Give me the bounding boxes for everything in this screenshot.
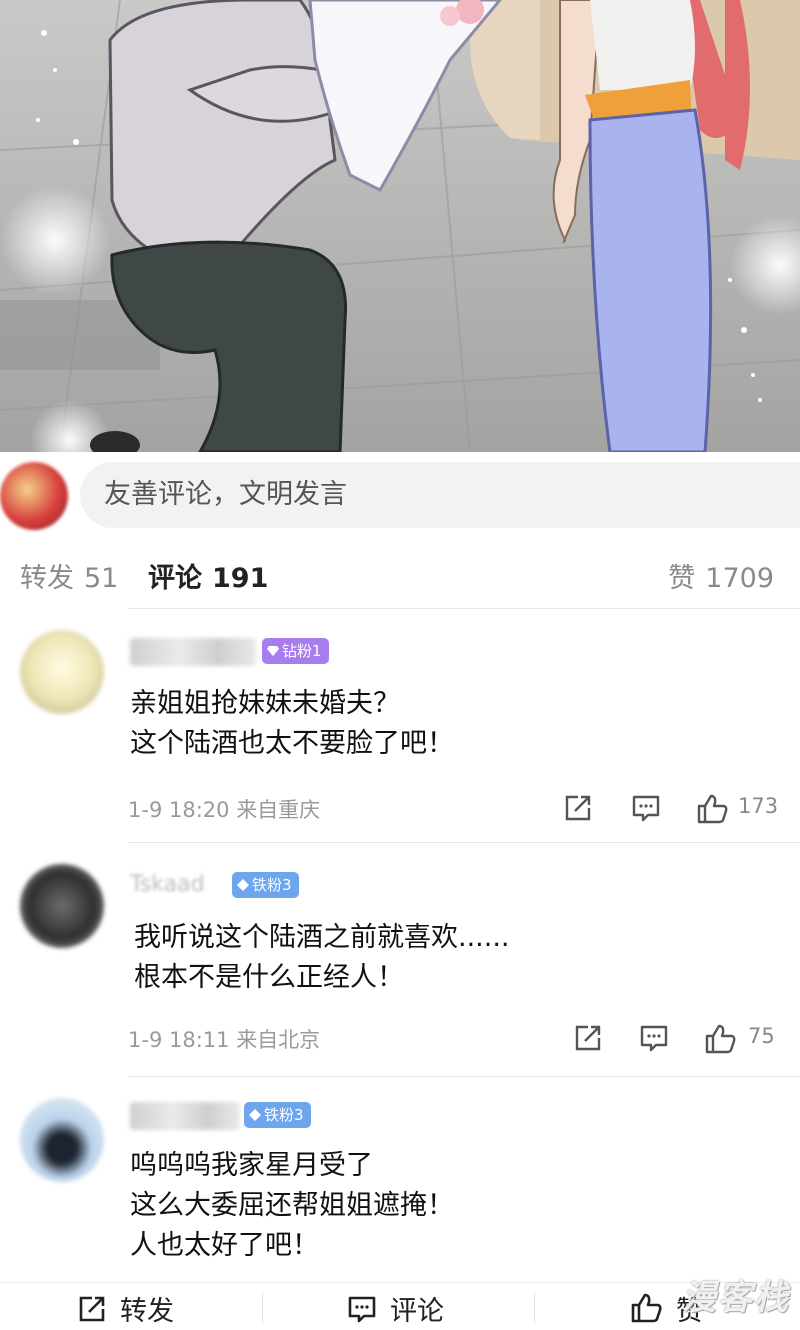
- bottom-repost-button[interactable]: 转发: [76, 1289, 174, 1327]
- share-button[interactable]: [562, 792, 594, 826]
- fan-badge-label: 铁粉3: [264, 1106, 304, 1124]
- comment-actions: 173: [562, 792, 792, 826]
- comment-line: 亲姐姐抢妹妹未婚夫？: [130, 688, 400, 719]
- tab-comments-label: 评论: [148, 563, 202, 594]
- commenter-name[interactable]: Tskaad: [130, 872, 226, 900]
- comment-text: 我听说这个陆酒之前就喜欢...... 根本不是什么正经人！: [134, 918, 510, 998]
- like-button[interactable]: [696, 792, 730, 826]
- comment-item: 铁粉3 呜呜呜我家星月受了 这么大委屈还帮姐姐遮掩！ 人也太好了吧！: [0, 1080, 800, 1280]
- diamond-icon: [237, 879, 249, 891]
- bottom-action-bar: 转发 评论 赞: [0, 1282, 800, 1330]
- current-user-avatar[interactable]: [0, 462, 68, 530]
- comment-meta: 1-9 18:20 来自重庆: [128, 794, 320, 824]
- like-button[interactable]: [704, 1022, 738, 1056]
- tab-reposts-label: 转发: [20, 563, 74, 594]
- like-count: 75: [748, 1024, 775, 1048]
- divider: [128, 842, 800, 843]
- share-icon: [565, 795, 591, 821]
- diamond-icon: [267, 646, 279, 656]
- commenter-name[interactable]: [130, 638, 256, 666]
- bottom-like-label: 赞: [676, 1296, 703, 1327]
- comment-location: 来自北京: [236, 1028, 321, 1052]
- comment-item: Tskaad 铁粉3 我听说这个陆酒之前就喜欢...... 根本不是什么正经人！…: [0, 846, 800, 1072]
- tab-reposts-count: 51: [84, 563, 119, 594]
- post-detail-page: 友善评论，文明发言 转发 51 评论 191 赞 1709 钻粉1 亲姐姐抢妹妹未婚夫…: [0, 0, 800, 1330]
- commenter-avatar[interactable]: [20, 864, 104, 948]
- thumbs-up-icon: [705, 1024, 736, 1054]
- share-button[interactable]: [572, 1022, 604, 1056]
- thumbs-up-icon: [697, 794, 728, 824]
- comment-line: 我听说这个陆酒之前就喜欢......: [134, 922, 510, 953]
- like-count: 173: [738, 794, 779, 818]
- engagement-tabs: 转发 51 评论 191 赞 1709: [0, 538, 800, 610]
- comment-line: 这么大委屈还帮姐姐遮掩！: [130, 1190, 454, 1221]
- separator: [534, 1293, 535, 1323]
- comment-line: 人也太好了吧！: [130, 1230, 319, 1261]
- comment-text: 呜呜呜我家星月受了 这么大委屈还帮姐姐遮掩！ 人也太好了吧！: [130, 1146, 454, 1266]
- share-icon: [79, 1296, 105, 1322]
- bottom-like-button[interactable]: 赞: [630, 1289, 703, 1327]
- tab-reposts[interactable]: 转发 51: [20, 556, 118, 595]
- commenter-avatar[interactable]: [20, 1098, 104, 1182]
- thumbs-up-icon: [631, 1293, 662, 1323]
- comment-bubble-icon: [640, 1025, 668, 1052]
- comic-illustration: [0, 0, 800, 452]
- tab-comments-count: 191: [212, 563, 269, 594]
- tab-likes[interactable]: 赞 1709: [668, 556, 774, 595]
- comment-input[interactable]: 友善评论，文明发言: [80, 462, 800, 528]
- bottom-repost-label: 转发: [120, 1296, 174, 1327]
- comment-text: 亲姐姐抢妹妹未婚夫？ 这个陆酒也太不要脸了吧！: [130, 684, 454, 764]
- divider: [128, 608, 800, 609]
- comment-bubble-icon: [632, 795, 660, 822]
- comment-bubble-icon: [348, 1296, 376, 1323]
- comment-actions: 75: [572, 1022, 800, 1056]
- bottom-comment-label: 评论: [390, 1296, 444, 1327]
- comment-time: 1-9 18:11: [128, 1028, 230, 1052]
- tab-likes-label: 赞: [668, 563, 696, 594]
- fan-badge[interactable]: 钻粉1: [262, 638, 329, 664]
- comment-meta: 1-9 18:11 来自北京: [128, 1024, 320, 1054]
- fan-badge[interactable]: 铁粉3: [244, 1102, 311, 1128]
- comment-line: 呜呜呜我家星月受了: [130, 1150, 373, 1181]
- comment-time: 1-9 18:20: [128, 798, 230, 822]
- commenter-avatar[interactable]: [20, 630, 104, 714]
- reply-button[interactable]: [638, 1022, 670, 1056]
- tab-likes-count: 1709: [705, 563, 774, 594]
- comment-item: 钻粉1 亲姐姐抢妹妹未婚夫？ 这个陆酒也太不要脸了吧！ 1-9 18:20 来自…: [0, 612, 800, 840]
- separator: [262, 1293, 263, 1323]
- comment-composer: 友善评论，文明发言: [0, 452, 800, 538]
- bottom-comment-button[interactable]: 评论: [346, 1289, 444, 1327]
- comment-line: 这个陆酒也太不要脸了吧！: [130, 728, 454, 759]
- comment-location: 来自重庆: [236, 798, 321, 822]
- comic-panel-image: [0, 0, 800, 452]
- diamond-icon: [249, 1109, 261, 1121]
- commenter-name[interactable]: [130, 1102, 240, 1130]
- divider: [128, 1076, 800, 1077]
- fan-badge[interactable]: 铁粉3: [232, 872, 299, 898]
- fan-badge-label: 钻粉1: [282, 642, 322, 660]
- comment-line: 根本不是什么正经人！: [134, 962, 404, 993]
- share-icon: [575, 1025, 601, 1051]
- fan-badge-label: 铁粉3: [252, 876, 292, 894]
- reply-button[interactable]: [630, 792, 662, 826]
